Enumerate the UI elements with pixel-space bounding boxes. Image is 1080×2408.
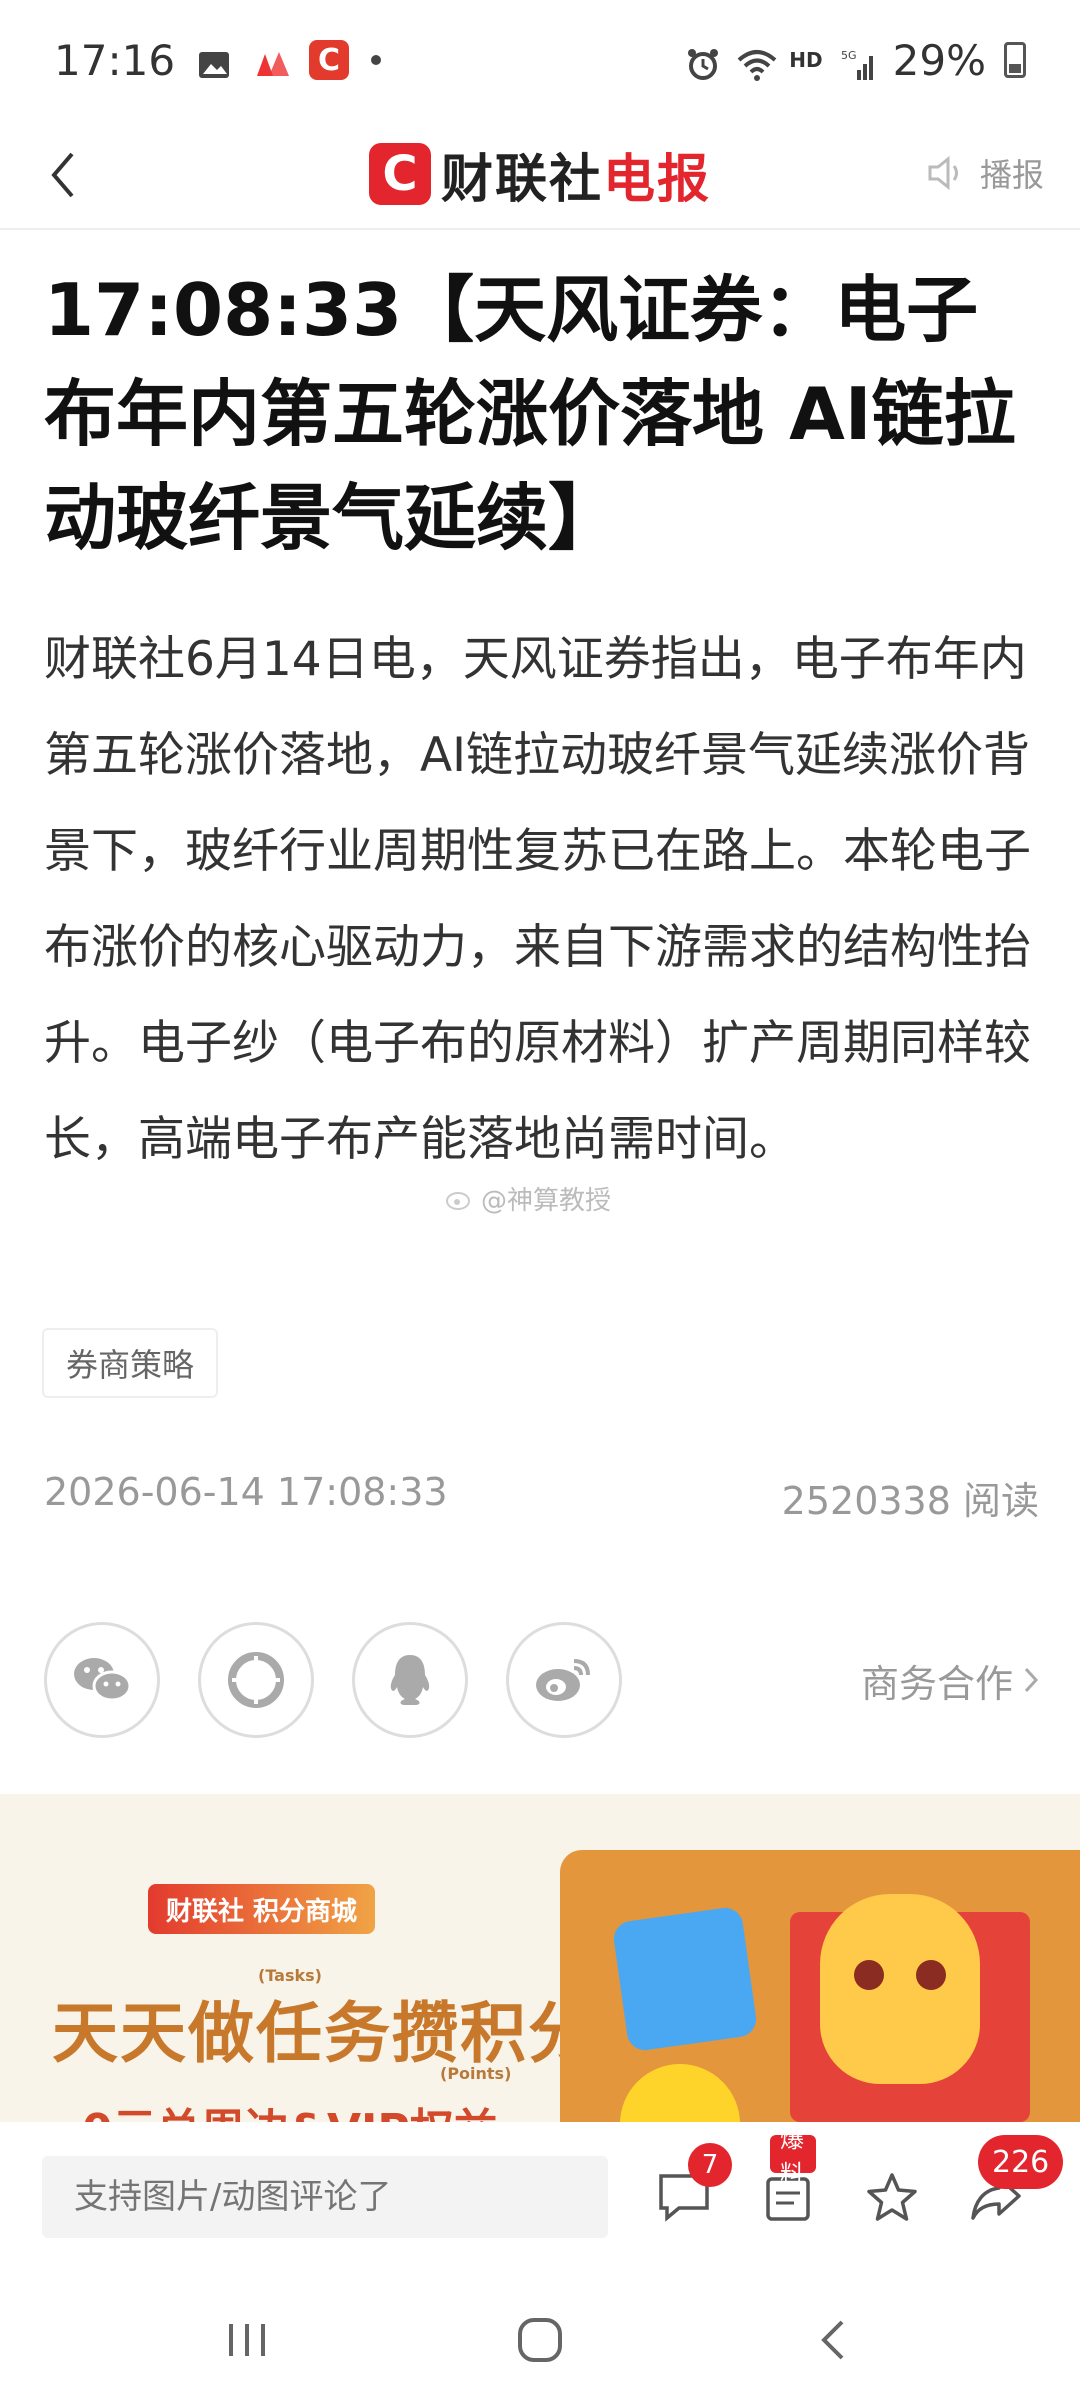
weibo-watermark: @神算教授 <box>445 1180 611 1217</box>
share-button[interactable]: 226 <box>968 2135 1064 2225</box>
share-moments-button[interactable] <box>198 1622 314 1738</box>
star-icon <box>867 2173 917 2221</box>
brand-title: 财联社电报 <box>440 149 712 210</box>
recent-apps-icon <box>228 2324 265 2356</box>
banner-subtitle: 0元兑周边&VIP权益 <box>82 2094 498 2122</box>
hd-label: HD <box>789 48 823 72</box>
baoliao-badge: 爆料 <box>770 2125 816 2188</box>
wechat-icon <box>74 1658 132 1702</box>
play-label: 播报 <box>979 156 1044 194</box>
promo-banner[interactable]: 财联社 积分商城 (Tasks) 天天做任务攒积分 (Points) 0元兑周边… <box>0 1794 1080 2122</box>
category-tag[interactable]: 券商策略 <box>42 1328 219 1398</box>
like-count-badge: 226 <box>978 2135 1064 2189</box>
notification-dot-icon <box>371 55 382 65</box>
back-button[interactable] <box>36 148 90 202</box>
status-time: 17:16 <box>54 35 176 85</box>
banner-title: 天天做任务攒积分 <box>52 1995 596 2072</box>
recent-apps-button[interactable] <box>207 2300 287 2380</box>
baoliao-button[interactable]: 爆料 <box>760 2125 816 2225</box>
speaker-icon <box>928 155 958 191</box>
moments-icon <box>228 1652 284 1708</box>
brand-logo: C 财联社电报 <box>368 137 712 212</box>
svg-text:5G: 5G <box>841 49 857 62</box>
alarm-icon <box>685 43 719 80</box>
battery-icon <box>1004 42 1026 78</box>
comment-count-badge: 7 <box>688 2143 732 2187</box>
comment-bar: 7 爆料 226 <box>0 2122 1080 2272</box>
status-bar: 17:16 C HD 5G 29% <box>0 0 1080 120</box>
wifi-icon <box>737 43 777 81</box>
weibo-watermark-icon <box>446 1191 470 1210</box>
home-icon <box>517 2318 562 2362</box>
home-button[interactable] <box>500 2300 580 2380</box>
signal-icon: 5G <box>841 43 875 80</box>
system-back-button[interactable] <box>793 2300 873 2380</box>
business-cooperation-link[interactable]: 商务合作 <box>861 1653 1039 1708</box>
cat-mascot-icon <box>820 1894 980 2084</box>
chevron-left-icon <box>51 152 74 198</box>
share-wechat-button[interactable] <box>44 1622 160 1738</box>
cls-app-icon: C <box>309 40 350 80</box>
system-nav-bar <box>0 2272 1080 2408</box>
back-arrow-icon <box>821 2320 844 2360</box>
chevron-right-icon <box>1024 1667 1039 1693</box>
cls-logo-icon: C <box>368 143 431 205</box>
read-count: 2520338 阅读 <box>781 1479 1039 1523</box>
qq-icon <box>390 1655 430 1705</box>
app-header: C 财联社电报 播报 <box>0 120 1080 230</box>
banner-points-label: (Points) <box>440 2064 512 2083</box>
weibo-icon <box>536 1659 590 1701</box>
gift-box-icon <box>611 1905 759 2053</box>
comments-button[interactable]: 7 <box>656 2143 732 2225</box>
article-body: 财联社6月14日电，天风证券指出，电子布年内第五轮涨价落地，AI链拉动玻纤景气延… <box>44 632 1031 1167</box>
article-meta: 2026-06-14 17:08:33 2520338 阅读 <box>44 1470 1039 1525</box>
share-qq-button[interactable] <box>352 1622 468 1738</box>
favorite-button[interactable] <box>864 2169 920 2225</box>
share-weibo-button[interactable] <box>506 1622 622 1738</box>
comment-input[interactable] <box>42 2156 608 2238</box>
play-audio-button[interactable]: 播报 <box>926 150 1044 196</box>
gallery-icon <box>197 43 231 78</box>
share-row: 商务合作 <box>44 1622 1039 1738</box>
publish-datetime: 2026-06-14 17:08:33 <box>44 1470 448 1514</box>
article-headline: 17:08:33【天风证券：电子布年内第五轮涨价落地 AI链拉动玻纤景气延续】 <box>44 268 1016 560</box>
banner-pill: 财联社 积分商城 <box>148 1884 376 1934</box>
battery-percent: 29% <box>892 35 986 85</box>
cards-icon <box>253 43 290 77</box>
